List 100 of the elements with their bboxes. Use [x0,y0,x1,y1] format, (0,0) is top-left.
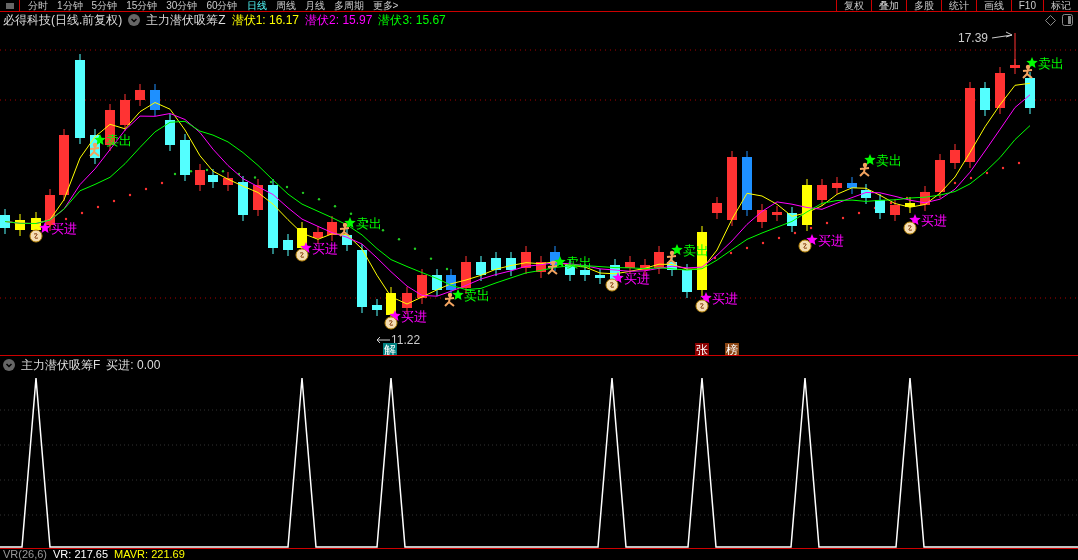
star-icon [671,244,683,255]
badge[interactable]: 张 [695,343,709,355]
money-bag-icon [605,278,619,292]
tool-button[interactable]: 画线 [975,0,1011,11]
candlestick [712,196,722,220]
candlestick [521,245,531,275]
candle-wick [1014,32,1016,66]
money-bag-icon [384,316,398,330]
candlestick [905,196,915,214]
tool-button[interactable]: F10 [1010,0,1043,11]
candlestick [890,198,900,222]
candlestick [180,133,190,182]
candlestick [1025,71,1035,115]
arrow-icon [991,31,1013,39]
period-tab[interactable]: 周线 [275,0,296,11]
candlestick [667,255,677,277]
candlestick [417,268,427,305]
candlestick [861,183,871,205]
candlestick [208,168,218,189]
period-tab[interactable]: 多周期 [333,0,364,11]
signal-label: 买进 [51,221,77,236]
indicator-reading: 潜伏2: 15.97 [305,13,373,27]
candlestick [150,83,160,117]
period-tab[interactable]: 月线 [304,0,325,11]
period-tab[interactable]: 1分钟 [57,0,83,11]
candlestick [253,178,263,217]
candlestick [283,233,293,257]
runner-icon [859,162,870,177]
candlestick [757,203,767,229]
candlestick [875,193,885,220]
candlestick [847,176,857,195]
indicator-reading: MAVR: 221.69 [114,549,185,560]
candlestick [327,215,337,242]
candlestick [682,263,692,299]
indicator-reading: 潜伏1: 16.17 [231,13,300,27]
period-tab[interactable]: 30分钟 [166,0,198,11]
tool-button[interactable]: 复权 [835,0,871,11]
candlestick [342,228,352,252]
star-icon [1026,57,1038,68]
runner-icon [444,292,455,307]
candlestick [357,243,367,314]
star-icon [344,217,356,228]
star-icon [554,256,566,267]
candlestick [238,175,248,222]
candlestick [832,176,842,195]
signal-label: 买进 [818,233,844,248]
star-icon [864,154,876,165]
period-tab[interactable]: 分时 [28,0,48,11]
candlestick [654,245,664,275]
runner-icon [666,250,677,265]
arrow-icon [376,336,391,344]
period-tab[interactable]: 日线 [246,0,267,11]
runner-icon [89,142,100,157]
candlestick [0,208,10,235]
indicator-reading: 买进: 0.00 [106,358,161,372]
tool-button[interactable]: 统计 [940,0,976,11]
tool-button[interactable]: 叠加 [870,0,906,11]
badge[interactable]: 榜 [725,343,739,355]
signal-label: 卖出 [464,288,490,303]
runner-icon [1022,64,1033,79]
candlestick [372,298,382,317]
tool-button[interactable]: 多股 [905,0,941,11]
collapse-icon[interactable] [128,14,141,26]
panel-toggle-icon[interactable] [1062,14,1073,26]
star-icon [94,134,106,145]
indicator-reading: VR: 217.65 [53,549,109,560]
candlestick [476,255,486,282]
period-tab[interactable]: 60分钟 [206,0,238,11]
money-bag-icon [903,221,917,235]
period-tab[interactable]: 更多> [372,0,399,11]
money-bag-icon [798,239,812,253]
candlestick [223,171,233,192]
candlestick [787,206,797,233]
candlestick [772,205,782,222]
candlestick [165,113,175,152]
candlestick [432,268,442,297]
candlestick [313,225,323,245]
tool-button[interactable]: 标记 [1043,0,1078,11]
signal-label: 买进 [312,241,338,256]
indicator-name: 主力潜伏吸筹F [21,358,101,372]
signal-label: 买进 [712,291,738,306]
candlestick [15,213,25,237]
diamond-icon[interactable] [1045,14,1056,26]
candlestick [135,83,145,107]
candlestick [920,185,930,212]
period-tab[interactable]: 5分钟 [91,0,118,11]
collapse-icon[interactable] [3,359,15,371]
candlestick [195,163,205,192]
candlestick [595,268,605,285]
runner-icon [339,222,350,237]
indicator-name: VR(26,6) [3,549,48,560]
candlestick [980,81,990,117]
signal-label: 卖出 [876,153,902,168]
signal-label: 买进 [401,309,427,324]
signal-label: 卖出 [356,216,382,231]
indicator-name: 主力潜伏吸筹Z [146,13,226,27]
candlestick [742,150,752,217]
candlestick [950,143,960,170]
stock-title: 必得科技(日线.前复权) [3,13,123,27]
period-tab[interactable]: 15分钟 [126,0,158,11]
